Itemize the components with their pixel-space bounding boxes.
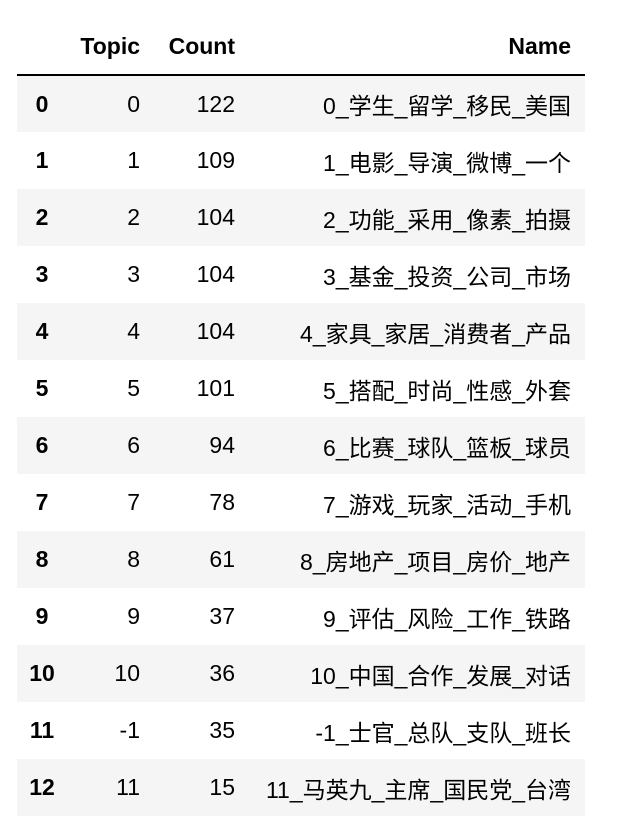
table-row: 9 9 37 9_评估_风险_工作_铁路 bbox=[17, 588, 585, 645]
table-row: 11 -1 35 -1_士官_总队_支队_班长 bbox=[17, 702, 585, 759]
table-body: 0 0 122 0_学生_留学_移民_美国 1 1 109 1_电影_导演_微博_一个 2 2 10… bbox=[17, 75, 585, 816]
name-cell: 5_搭配_时尚_性感_外套 bbox=[323, 377, 571, 404]
topic-cell: 8 bbox=[127, 546, 140, 572]
header-row: Topic Count Name bbox=[17, 18, 585, 76]
row-index: 10 bbox=[29, 660, 55, 686]
count-cell: 109 bbox=[196, 147, 235, 173]
row-index: 2 bbox=[35, 204, 49, 230]
table-row: 8 8 61 8_房地产_项目_房价_地产 bbox=[17, 531, 585, 588]
row-index: 6 bbox=[35, 432, 49, 458]
row-index: 8 bbox=[35, 546, 49, 572]
name-cell: 4_家具_家居_消费者_产品 bbox=[300, 320, 571, 347]
count-cell: 78 bbox=[209, 489, 235, 515]
row-index: 7 bbox=[35, 489, 49, 515]
name-cell: -1_士官_总队_支队_班长 bbox=[315, 719, 571, 746]
topic-cell: 1 bbox=[127, 147, 140, 173]
row-index: 11 bbox=[29, 717, 55, 743]
count-cell: 122 bbox=[196, 90, 235, 117]
topic-cell: 5 bbox=[127, 375, 140, 401]
count-cell: 61 bbox=[209, 546, 235, 572]
table-row: 7 7 78 7_游戏_玩家_活动_手机 bbox=[17, 474, 585, 531]
topic-cell: 7 bbox=[127, 489, 140, 515]
table-row: 5 5 101 5_搭配_时尚_性感_外套 bbox=[17, 360, 585, 417]
name-cell: 6_比赛_球队_篮板_球员 bbox=[323, 434, 571, 461]
count-cell: 94 bbox=[209, 432, 235, 458]
topic-cell: 3 bbox=[127, 261, 140, 287]
table-row: 3 3 104 3_基金_投资_公司_市场 bbox=[17, 246, 585, 303]
table-row: 4 4 104 4_家具_家居_消费者_产品 bbox=[17, 303, 585, 360]
count-cell: 36 bbox=[209, 660, 235, 686]
table-row: 12 11 15 11_马英九_主席_国民党_台湾 bbox=[17, 759, 585, 816]
name-cell: 9_评估_风险_工作_铁路 bbox=[323, 605, 571, 632]
row-index: 4 bbox=[35, 318, 49, 344]
name-cell: 8_房地产_项目_房价_地产 bbox=[300, 548, 571, 575]
count-cell: 104 bbox=[196, 318, 235, 344]
name-cell: 11_马英九_主席_国民党_台湾 bbox=[265, 776, 571, 803]
topic-cell: 0 bbox=[127, 90, 140, 117]
topic-cell: 9 bbox=[127, 603, 140, 629]
topic-header: Topic bbox=[67, 18, 140, 76]
table-row: 2 2 104 2_功能_采用_像素_拍摄 bbox=[17, 189, 585, 246]
count-cell: 101 bbox=[196, 375, 235, 401]
topic-cell: -1 bbox=[119, 717, 140, 743]
index-header bbox=[17, 18, 67, 76]
row-index: 5 bbox=[35, 375, 49, 401]
topic-cell: 2 bbox=[127, 204, 140, 230]
name-cell: 2_功能_采用_像素_拍摄 bbox=[323, 206, 571, 233]
row-index: 3 bbox=[35, 261, 49, 287]
row-index: 1 bbox=[35, 147, 49, 173]
topic-cell: 11 bbox=[116, 774, 140, 800]
dataframe-table: Topic Count Name 0 0 122 0_学生_留学_移民_美国 1 1 109… bbox=[17, 18, 585, 816]
name-cell: 3_基金_投资_公司_市场 bbox=[323, 263, 571, 290]
table-header: Topic Count Name bbox=[17, 18, 585, 76]
count-cell: 35 bbox=[209, 717, 235, 743]
count-cell: 104 bbox=[196, 261, 235, 287]
table-row: 10 10 36 10_中国_合作_发展_对话 bbox=[17, 645, 585, 702]
topic-cell: 4 bbox=[127, 318, 140, 344]
count-cell: 15 bbox=[209, 774, 235, 800]
topic-cell: 10 bbox=[114, 660, 140, 686]
name-cell: 10_中国_合作_发展_对话 bbox=[310, 662, 571, 689]
row-index: 12 bbox=[29, 774, 55, 800]
name-cell: 0_学生_留学_移民_美国 bbox=[323, 93, 571, 119]
table-row: 1 1 109 1_电影_导演_微博_一个 bbox=[17, 132, 585, 189]
name-cell: 1_电影_导演_微博_一个 bbox=[323, 149, 571, 176]
count-cell: 37 bbox=[209, 603, 235, 629]
count-cell: 104 bbox=[196, 204, 235, 230]
count-header: Count bbox=[140, 18, 235, 76]
row-index: 9 bbox=[35, 603, 49, 629]
table-row: 6 6 94 6_比赛_球队_篮板_球员 bbox=[17, 417, 585, 474]
name-header: Name bbox=[235, 18, 585, 76]
table-row: 0 0 122 0_学生_留学_移民_美国 bbox=[17, 75, 585, 132]
topic-cell: 6 bbox=[127, 432, 140, 458]
name-cell: 7_游戏_玩家_活动_手机 bbox=[323, 491, 571, 518]
row-index: 0 bbox=[35, 90, 49, 117]
